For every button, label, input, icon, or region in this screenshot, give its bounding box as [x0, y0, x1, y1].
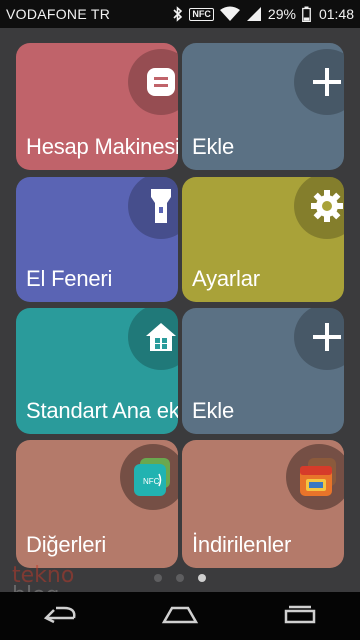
page-dot-3-active[interactable] [198, 574, 206, 582]
tile-label: Standart Ana ekran [26, 398, 178, 423]
calculator-icon [128, 49, 178, 115]
tile-label: Diğerleri [26, 532, 107, 557]
home-button[interactable] [150, 596, 210, 636]
carrier-name: VODAFONE TR [6, 6, 111, 22]
tile-flashlight[interactable]: El Feneri [16, 177, 178, 302]
page-indicator [0, 574, 360, 582]
gear-icon [294, 177, 344, 239]
battery-percent: 29% [267, 6, 296, 22]
tile-others[interactable]: NFC Diğerleri [16, 440, 178, 568]
svg-text:NFC: NFC [143, 477, 160, 486]
flashlight-icon [128, 177, 178, 239]
downloaded-app-icon [286, 444, 344, 510]
home-icon [128, 308, 178, 370]
clock: 01:48 [318, 6, 354, 22]
home-nav-icon [160, 604, 200, 629]
plus-icon [294, 49, 344, 115]
bluetooth-icon [173, 6, 183, 22]
tile-standard-home[interactable]: Standart Ana ekran [16, 308, 178, 434]
recents-button[interactable] [270, 596, 330, 636]
back-button[interactable] [30, 596, 90, 636]
page-dot-2[interactable] [176, 574, 184, 582]
signal-icon [246, 6, 262, 22]
plus-icon [294, 308, 344, 370]
status-icons: NFC 29% 01:48 [173, 6, 354, 22]
tile-settings[interactable]: Ayarlar [182, 177, 344, 302]
page-dot-1[interactable] [154, 574, 162, 582]
navigation-bar [0, 592, 360, 640]
back-icon [42, 604, 78, 629]
recents-icon [283, 603, 317, 630]
tile-label: Ekle [192, 398, 234, 423]
tile-label: Ekle [192, 134, 234, 159]
tile-label: Hesap Makinesi [26, 134, 178, 159]
tile-calculator[interactable]: Hesap Makinesi [16, 43, 178, 170]
tile-downloaded[interactable]: İndirilenler [182, 440, 344, 568]
tile-label: El Feneri [26, 266, 113, 291]
wifi-icon [219, 6, 240, 22]
nfc-icon: NFC [189, 7, 214, 21]
tile-label: Ayarlar [192, 266, 260, 291]
tile-add-2[interactable]: Ekle [182, 308, 344, 434]
nfc-app-icon: NFC [120, 444, 178, 510]
tile-label: İndirilenler [192, 532, 292, 557]
battery-icon [302, 6, 311, 22]
status-bar: VODAFONE TR NFC 29% 01:48 [0, 0, 360, 28]
tile-add-1[interactable]: Ekle [182, 43, 344, 170]
